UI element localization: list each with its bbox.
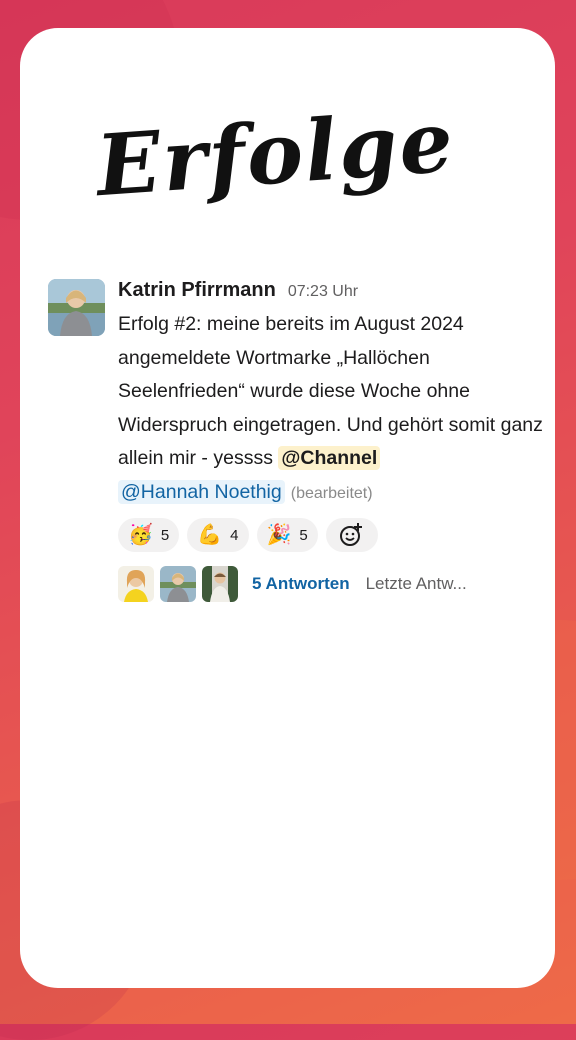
avatar-photo-icon xyxy=(48,279,105,336)
page-title: Erfolge xyxy=(93,91,458,216)
reaction-count: 5 xyxy=(299,526,308,544)
add-reaction-button[interactable] xyxy=(325,518,378,552)
message-header: Katrin Pfirrmann 07:23 Uhr xyxy=(118,279,548,305)
flexed-biceps-icon: 💪 xyxy=(197,524,223,546)
reply-count-link[interactable]: 5 Antworten xyxy=(252,574,350,594)
avatar xyxy=(160,566,196,602)
avatar[interactable] xyxy=(48,279,105,336)
avatar-photo-icon xyxy=(160,566,196,602)
reaction-flexed-biceps[interactable]: 💪 4 xyxy=(187,518,249,552)
message-timestamp[interactable]: 07:23 Uhr xyxy=(288,283,358,301)
avatar-photo-icon xyxy=(202,566,238,602)
reaction-bar: 🥳 5 💪 4 🎉 5 xyxy=(118,518,548,552)
reaction-party-popper[interactable]: 🎉 5 xyxy=(256,518,318,552)
author-name[interactable]: Katrin Pfirrmann xyxy=(118,279,276,302)
last-reply-label: Letzte Antw... xyxy=(365,574,467,593)
add-emoji-icon xyxy=(339,523,362,546)
avatar xyxy=(118,566,154,602)
channel-mention[interactable]: @Channel xyxy=(278,446,381,470)
party-popper-icon: 🎉 xyxy=(266,524,292,546)
edited-label: (bearbeitet) xyxy=(290,484,373,502)
reaction-party-face[interactable]: 🥳 5 xyxy=(118,518,180,552)
thread-summary[interactable]: 5 Antworten Letzte Antw... xyxy=(118,566,548,602)
avatar-photo-icon xyxy=(118,566,154,602)
content-card: Erfolge Katrin Pfirrmann 07:23 Uhr Erfol… xyxy=(20,28,555,988)
avatar xyxy=(202,566,238,602)
user-mention[interactable]: @Hannah Noethig xyxy=(118,479,285,504)
reaction-count: 4 xyxy=(230,526,239,544)
message-body: Erfolg #2: meine bereits im August 2024 … xyxy=(118,308,548,510)
message-content: Katrin Pfirrmann 07:23 Uhr Erfolg #2: me… xyxy=(118,279,548,602)
reaction-count: 5 xyxy=(160,526,170,544)
party-face-icon: 🥳 xyxy=(128,524,153,546)
